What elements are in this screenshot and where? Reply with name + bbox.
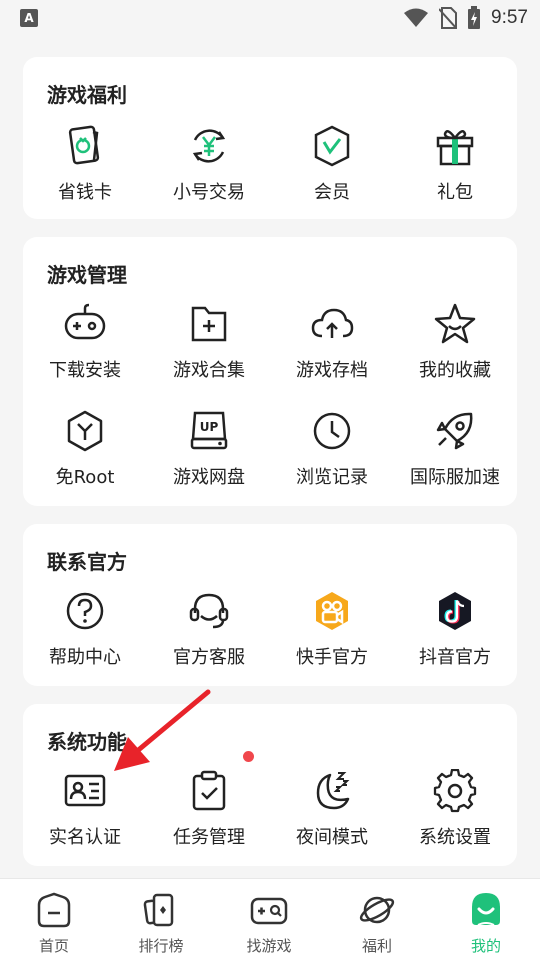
find-game-icon [250,897,288,925]
nav-profile-label: 我的 [470,937,501,955]
hexagon-y-icon [67,410,103,452]
customer-service-item[interactable]: 官方客服 [147,589,271,669]
nav-ranking[interactable]: 排行榜 [111,891,211,956]
game-save-label: 游戏存档 [296,360,368,381]
help-center-item[interactable]: 帮助中心 [23,589,147,669]
moon-icon [316,772,350,810]
cloud-disk-item[interactable]: UP 游戏网盘 [147,409,271,489]
gift-icon [436,130,474,166]
night-mode-label: 夜间模式 [296,827,368,848]
planet-icon [359,896,395,924]
management-card: 游戏管理 下载安装 游戏合集 游戏存档 我的收藏 免Root UP 游戏网盘 浏… [23,237,517,506]
intl-boost-label: 国际服加速 [410,467,500,488]
vip-label: 会员 [314,182,350,203]
svg-text:UP: UP [200,420,219,434]
help-icon [66,592,104,630]
no-root-item[interactable]: 免Root [23,409,147,489]
vip-item[interactable]: 会员 [270,124,394,204]
headset-icon [189,593,229,629]
real-name-label: 实名认证 [49,827,121,848]
yen-exchange-icon [192,129,226,163]
real-name-item[interactable]: 实名认证 [23,769,147,849]
account-trade-label: 小号交易 [173,182,245,203]
game-collection-item[interactable]: 游戏合集 [147,302,271,382]
clipboard-check-icon [192,770,226,811]
kuaishou-label: 快手官方 [296,647,368,668]
kuaishou-icon [316,592,348,630]
customer-service-label: 官方客服 [173,647,245,668]
status-bar: A 9:57 [0,0,540,36]
battery-charging-icon [468,6,481,29]
gift-label: 礼包 [437,182,473,203]
savings-card-icon [68,125,100,165]
game-save-item[interactable]: 游戏存档 [270,302,394,382]
download-install-label: 下载安装 [49,360,121,381]
download-install-item[interactable]: 下载安装 [23,302,147,382]
home-icon [37,892,71,928]
status-icons: 9:57 [403,6,528,30]
douyin-item[interactable]: 抖音官方 [393,589,517,669]
history-label: 浏览记录 [296,467,368,488]
nav-welfare[interactable]: 福利 [327,891,427,956]
kuaishou-item[interactable]: 快手官方 [270,589,394,669]
settings-item[interactable]: 系统设置 [393,769,517,849]
task-manager-label: 任务管理 [173,827,245,848]
task-manager-item[interactable]: 任务管理 [147,769,271,849]
cloud-disk-label: 游戏网盘 [173,467,245,488]
gear-icon [433,769,477,813]
account-trade-item[interactable]: 小号交易 [147,124,271,204]
game-collection-label: 游戏合集 [173,360,245,381]
savings-card-item[interactable]: 省钱卡 [23,124,147,204]
clock-icon [313,412,351,450]
nav-welfare-label: 福利 [361,937,392,955]
official-card: 联系官方 帮助中心 官方客服 快手官方 抖音官方 [23,524,517,686]
welfare-card: 游戏福利 省钱卡 小号交易 会员 礼包 [23,57,517,219]
system-card: 系统功能 实名认证 任务管理 夜间模式 系统设置 [23,704,517,866]
up-disk-icon: UP [190,411,228,450]
no-sim-icon [439,7,458,29]
ranking-icon [143,893,174,927]
vip-shield-icon [314,125,350,167]
nav-find-game-label: 找游戏 [246,937,292,955]
wifi-icon [404,8,429,27]
gift-item[interactable]: 礼包 [393,124,517,204]
notification-a-icon: A [20,9,38,27]
rocket-icon [436,412,473,450]
management-title: 游戏管理 [47,263,127,287]
official-title: 联系官方 [47,550,127,574]
system-title: 系统功能 [47,730,127,754]
profile-icon [472,893,500,926]
nav-home[interactable]: 首页 [4,891,104,956]
help-center-label: 帮助中心 [49,647,121,668]
nav-find-game[interactable]: 找游戏 [219,891,319,956]
nav-home-label: 首页 [38,937,69,955]
notification-dot [243,751,254,762]
history-item[interactable]: 浏览记录 [270,409,394,489]
bottom-nav: 首页 排行榜 找游戏 福利 我的 [0,878,540,960]
gamepad-icon [64,303,106,340]
no-root-label: 免Root [55,467,115,488]
welfare-title: 游戏福利 [47,83,127,107]
settings-label: 系统设置 [419,827,491,848]
douyin-label: 抖音官方 [419,647,491,668]
nav-ranking-label: 排行榜 [138,937,184,955]
savings-card-label: 省钱卡 [58,182,112,203]
nav-profile[interactable]: 我的 [436,891,536,956]
star-icon [434,303,476,344]
night-mode-item[interactable]: 夜间模式 [270,769,394,849]
favorites-item[interactable]: 我的收藏 [393,302,517,382]
id-card-icon [64,774,106,807]
status-time: 9:57 [491,7,528,28]
folder-plus-icon [191,306,227,342]
douyin-icon [439,592,471,630]
intl-boost-item[interactable]: 国际服加速 [393,409,517,489]
cloud-upload-icon [311,308,354,338]
favorites-label: 我的收藏 [419,360,491,381]
